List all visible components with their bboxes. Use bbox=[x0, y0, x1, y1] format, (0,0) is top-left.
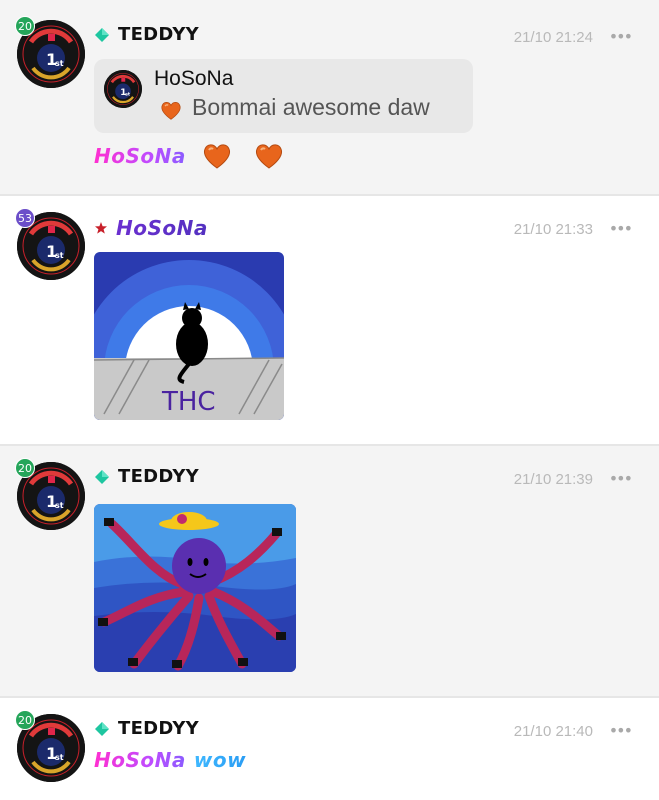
author-name[interactable]: TEDDYY bbox=[118, 718, 199, 739]
message-text: wow bbox=[193, 748, 247, 772]
level-badge: 20 bbox=[15, 710, 35, 730]
quote-avatar bbox=[104, 70, 142, 108]
heart-icon bbox=[202, 143, 232, 169]
message-body: HoSoNa bbox=[94, 143, 284, 169]
avatar[interactable]: 20 bbox=[15, 710, 85, 782]
message-body: HoSoNa wow bbox=[94, 748, 246, 772]
avatar[interactable]: 53 bbox=[15, 208, 85, 280]
image-attachment[interactable]: THC bbox=[94, 252, 284, 420]
gem-icon bbox=[94, 469, 110, 485]
avatar[interactable]: 20 bbox=[15, 16, 85, 88]
cat-moon-drawing: THC bbox=[94, 252, 284, 420]
avatar[interactable]: 20 bbox=[15, 458, 85, 530]
author-row[interactable]: HoSoNa bbox=[94, 216, 208, 240]
more-icon[interactable]: ••• bbox=[609, 27, 633, 46]
star-icon bbox=[95, 222, 107, 234]
message: 53 HoSoNa 21/10 21:33 ••• THC bbox=[0, 196, 659, 444]
quote-author: HoSoNa bbox=[154, 67, 234, 90]
more-icon[interactable]: ••• bbox=[609, 721, 633, 740]
message-text: HoSoNa bbox=[94, 144, 186, 168]
more-icon[interactable]: ••• bbox=[609, 219, 633, 238]
author-name[interactable]: HoSoNa bbox=[116, 216, 208, 240]
timestamp: 21/10 21:40 bbox=[513, 723, 593, 740]
author-row[interactable]: TEDDYY bbox=[94, 466, 199, 487]
level-badge: 20 bbox=[15, 16, 35, 36]
avatar-badge bbox=[104, 70, 142, 108]
timestamp: 21/10 21:39 bbox=[513, 471, 593, 488]
quoted-message[interactable]: HoSoNa Bommai awesome daw bbox=[94, 59, 473, 133]
timestamp: 21/10 21:24 bbox=[513, 29, 593, 46]
timestamp: 21/10 21:33 bbox=[513, 221, 593, 238]
author-name[interactable]: TEDDYY bbox=[118, 466, 199, 487]
gem-icon bbox=[94, 721, 110, 737]
message: 20 TEDDYY 21/10 21:39 ••• bbox=[0, 446, 659, 696]
image-attachment[interactable] bbox=[94, 504, 296, 672]
author-row[interactable]: TEDDYY bbox=[94, 718, 199, 739]
heart-icon bbox=[160, 101, 182, 120]
image-caption: THC bbox=[161, 387, 216, 417]
gem-icon bbox=[94, 27, 110, 43]
quote-text: Bommai awesome daw bbox=[192, 94, 430, 120]
author-row[interactable]: TEDDYY bbox=[94, 24, 199, 45]
octopus-drawing bbox=[94, 504, 296, 672]
chat-feed: 20 TEDDYY 21/10 21:24 ••• HoSoNa Bommai … bbox=[0, 0, 659, 800]
level-badge: 20 bbox=[15, 458, 35, 478]
message: 20 TEDDYY 21/10 21:24 ••• HoSoNa Bommai … bbox=[0, 0, 659, 194]
more-icon[interactable]: ••• bbox=[609, 469, 633, 488]
level-badge: 53 bbox=[15, 208, 35, 228]
message: 20 TEDDYY 21/10 21:40 ••• HoSoNa wow bbox=[0, 698, 659, 800]
heart-icon bbox=[254, 143, 284, 169]
author-name[interactable]: TEDDYY bbox=[118, 24, 199, 45]
message-text: HoSoNa bbox=[94, 748, 186, 772]
